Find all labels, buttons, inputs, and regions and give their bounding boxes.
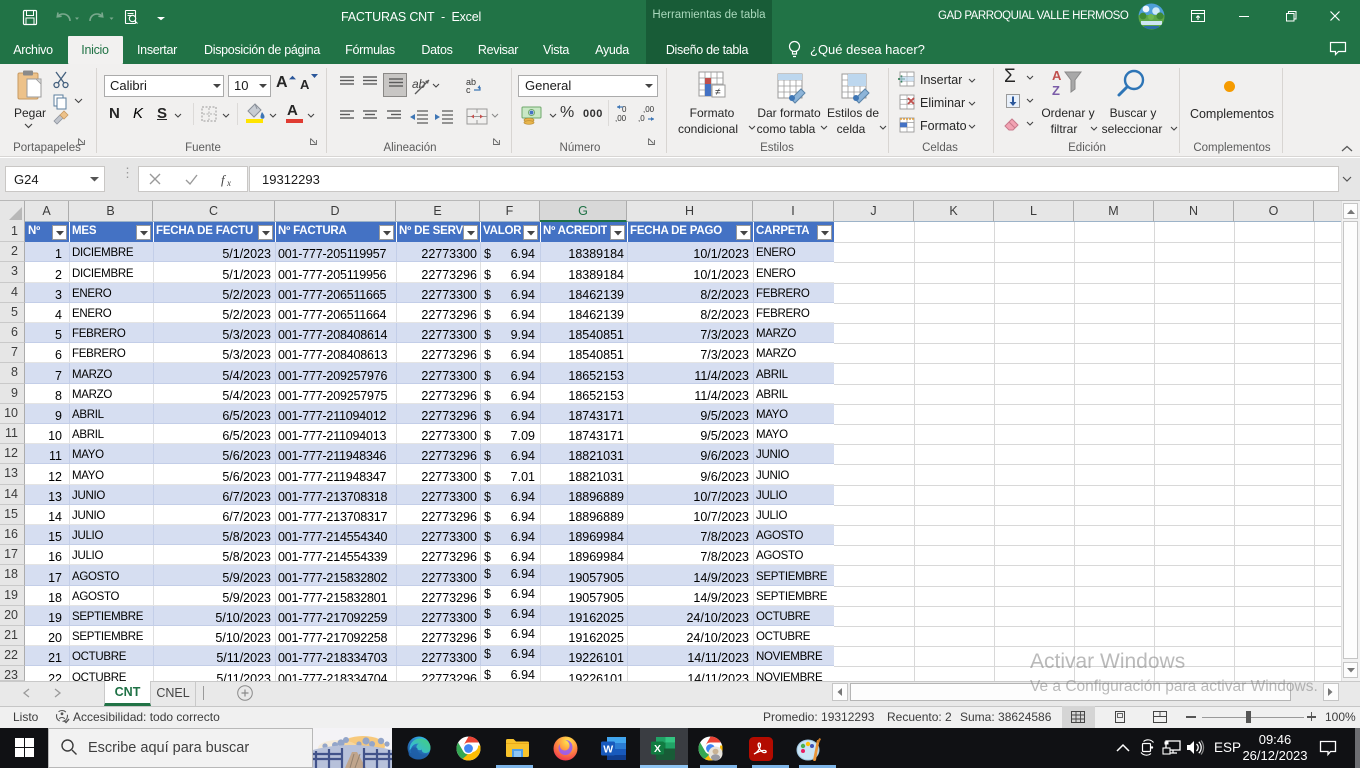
svg-text:A: A xyxy=(1052,68,1062,83)
svg-text:0: 0 xyxy=(622,105,627,114)
svg-text:Z: Z xyxy=(1052,83,1060,98)
svg-text:X: X xyxy=(654,743,661,755)
svg-text:x: x xyxy=(226,178,231,188)
svg-text:≠: ≠ xyxy=(715,87,721,98)
svg-text:c: c xyxy=(466,85,471,95)
svg-text:,0: ,0 xyxy=(638,114,645,123)
svg-text:W: W xyxy=(603,744,613,756)
svg-text:ab: ab xyxy=(412,77,426,91)
svg-text:,00: ,00 xyxy=(615,114,627,123)
